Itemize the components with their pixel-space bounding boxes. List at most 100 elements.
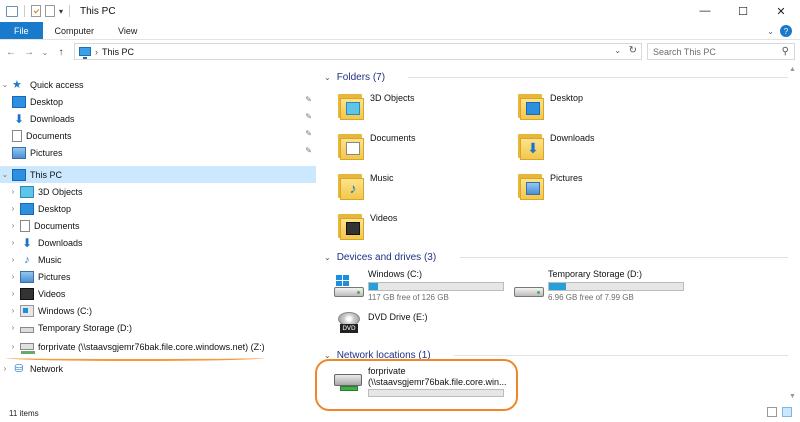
tiles-view-icon[interactable] [782, 407, 792, 417]
nav-label: This PC [30, 169, 63, 180]
nav-quick-desktop[interactable]: Desktop ✎ [10, 93, 316, 110]
nav-downloads[interactable]: › ⬇ Downloads [8, 234, 316, 251]
expand-chevron-icon[interactable]: › [8, 323, 18, 332]
network-icon: ⛁ [14, 362, 24, 375]
tab-file[interactable]: File [0, 22, 43, 39]
nav-network[interactable]: › ⛁ Network [0, 360, 316, 377]
drive-windows-c[interactable]: Windows (C:) 117 GB free of 126 GB [334, 269, 514, 305]
new-folder-icon[interactable] [45, 5, 55, 17]
expand-chevron-icon[interactable]: › [8, 289, 18, 298]
item-count: 11 items [9, 408, 39, 418]
address-bar[interactable]: › This PC ⌄ ↻ [74, 43, 642, 60]
nav-windows-c[interactable]: › Windows (C:) [8, 302, 316, 319]
nav-quick-pictures[interactable]: Pictures ✎ [10, 144, 316, 161]
expand-chevron-icon[interactable]: › [8, 221, 18, 230]
nav-pictures[interactable]: › Pictures [8, 268, 316, 285]
nav-quick-documents[interactable]: Documents ✎ [10, 127, 316, 144]
back-arrow-icon[interactable]: ← [4, 47, 18, 58]
nav-quick-downloads[interactable]: ⬇ Downloads ✎ [10, 110, 316, 127]
expand-chevron-icon[interactable]: › [8, 255, 18, 264]
this-pc-icon [12, 168, 26, 181]
dvd-drive-icon: DVD [336, 312, 362, 336]
tab-view[interactable]: View [106, 22, 149, 39]
drive-free-space: 6.96 GB free of 7.99 GB [548, 293, 634, 302]
nav-label: 3D Objects [38, 186, 83, 197]
pin-icon[interactable]: ✎ [305, 112, 312, 121]
customize-toolbar-chevron-icon[interactable]: ▾ [59, 7, 63, 16]
nav-label: Quick access [30, 79, 84, 90]
expand-chevron-icon[interactable]: › [8, 187, 18, 196]
drive-usage-bar [548, 282, 684, 291]
refresh-icon[interactable]: ↻ [629, 45, 637, 56]
pin-icon[interactable]: ✎ [305, 95, 312, 104]
folder-downloads[interactable]: ⬇ Downloads [518, 130, 595, 170]
nav-forprivate-z[interactable]: › forprivate (\\staavsgjemr76bak.file.co… [8, 338, 316, 355]
properties-icon[interactable] [31, 5, 41, 17]
drive-label: DVD Drive (E:) [368, 312, 428, 322]
folder-pictures[interactable]: Pictures [518, 170, 583, 210]
nav-quick-access[interactable]: ⌄ ★ Quick access [0, 76, 316, 93]
expand-chevron-icon[interactable]: › [8, 238, 18, 247]
breadcrumb-this-pc[interactable]: This PC [102, 47, 134, 57]
pin-icon[interactable]: ✎ [305, 146, 312, 155]
vertical-scrollbar[interactable]: ▲ ▼ [786, 64, 798, 402]
scroll-down-arrow-icon[interactable]: ▼ [789, 393, 796, 400]
nav-documents[interactable]: › Documents [8, 217, 316, 234]
3d-objects-folder-icon [338, 90, 366, 120]
expand-chevron-icon[interactable]: › [8, 306, 18, 315]
window-controls: — ☐ ✕ [686, 0, 800, 22]
drive-dvd-e[interactable]: DVD DVD Drive (E:) [334, 312, 514, 348]
nav-3d-objects[interactable]: › 3D Objects [8, 183, 316, 200]
nav-videos[interactable]: › Videos [8, 285, 316, 302]
nav-temporary-storage-d[interactable]: › Temporary Storage (D:) [8, 319, 316, 336]
group-title: Devices and drives (3) [336, 251, 437, 263]
search-input[interactable]: Search This PC ⚲ [647, 43, 795, 60]
pin-icon[interactable]: ✎ [305, 129, 312, 138]
help-icon[interactable]: ? [780, 25, 792, 37]
up-arrow-icon[interactable]: ↑ [54, 47, 68, 58]
nav-label: forprivate (\\staavsgjemr76bak.file.core… [38, 341, 265, 352]
nav-label: Documents [34, 220, 80, 231]
expand-chevron-icon[interactable]: › [0, 364, 10, 373]
folder-desktop[interactable]: Desktop [518, 90, 583, 130]
expand-ribbon-chevron-icon[interactable]: ⌄ [767, 27, 774, 36]
nav-music[interactable]: › ♪ Music [8, 251, 316, 268]
collapse-chevron-icon[interactable]: ⌄ [0, 80, 10, 89]
forward-arrow-icon[interactable]: → [22, 47, 36, 58]
desktop-folder-icon [518, 90, 546, 120]
drive-temporary-storage-d[interactable]: Temporary Storage (D:) 6.96 GB free of 7… [514, 269, 694, 305]
this-pc-window-icon[interactable] [6, 5, 18, 17]
group-header-folders[interactable]: ⌄ Folders (7) [324, 70, 794, 84]
details-view-icon[interactable] [767, 407, 777, 417]
folder-music[interactable]: ♪ Music [338, 170, 394, 210]
minimize-button[interactable]: — [686, 0, 724, 22]
expand-chevron-icon[interactable]: › [8, 204, 18, 213]
maximize-button[interactable]: ☐ [724, 0, 762, 22]
drive-label: Windows (C:) [368, 269, 423, 279]
tab-computer[interactable]: Computer [43, 22, 107, 39]
nav-desktop[interactable]: › Desktop [8, 200, 316, 217]
collapse-chevron-icon[interactable]: ⌄ [0, 170, 10, 179]
recent-locations-chevron-icon[interactable]: ⌄ [40, 48, 50, 57]
folder-videos[interactable]: Videos [338, 210, 397, 250]
breadcrumb-separator-icon[interactable]: › [95, 47, 98, 57]
nav-this-pc[interactable]: ⌄ This PC [0, 166, 316, 183]
address-dropdown-chevron-icon[interactable]: ⌄ [614, 46, 621, 55]
folder-documents[interactable]: Documents [338, 130, 416, 170]
pictures-folder-icon [518, 170, 546, 200]
expand-chevron-icon[interactable]: › [8, 342, 18, 351]
group-header-devices[interactable]: ⌄ Devices and drives (3) [324, 250, 794, 264]
videos-icon [20, 287, 34, 300]
folder-3d-objects[interactable]: 3D Objects [338, 90, 415, 130]
windows-drive-icon [334, 275, 364, 297]
expand-chevron-icon[interactable]: › [8, 272, 18, 281]
drive-free-space: 117 GB free of 126 GB [368, 293, 449, 302]
nav-label: Pictures [30, 147, 63, 158]
collapse-chevron-icon[interactable]: ⌄ [324, 253, 331, 262]
scroll-up-arrow-icon[interactable]: ▲ [789, 66, 796, 73]
close-button[interactable]: ✕ [762, 0, 800, 22]
network-drive-icon [20, 343, 35, 354]
this-pc-icon [79, 47, 91, 59]
collapse-chevron-icon[interactable]: ⌄ [324, 73, 331, 82]
pictures-icon [20, 270, 34, 283]
